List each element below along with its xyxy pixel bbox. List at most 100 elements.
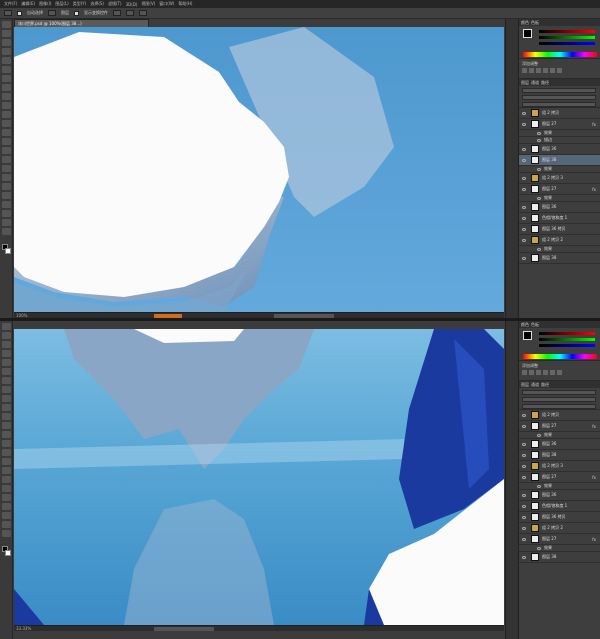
eye-icon[interactable] — [522, 442, 526, 446]
tool-icon[interactable] — [1, 219, 11, 226]
eye-icon[interactable] — [537, 546, 541, 550]
layer-row[interactable]: 图层 38 — [519, 552, 600, 563]
eye-icon[interactable] — [522, 216, 526, 220]
red-slider[interactable] — [539, 30, 595, 33]
move-tool-icon[interactable] — [4, 10, 12, 16]
menu-item[interactable]: 图层(L) — [55, 1, 68, 7]
layer-row[interactable]: 效果 — [519, 195, 600, 202]
eye-icon[interactable] — [522, 147, 526, 151]
tool-icon[interactable] — [1, 120, 11, 127]
tool-icon[interactable] — [1, 386, 11, 393]
tab-paths[interactable]: 路径 — [541, 80, 549, 86]
tool-icon[interactable] — [1, 129, 11, 136]
tab-paths[interactable]: 路径 — [541, 382, 549, 388]
tab-channels[interactable]: 通道 — [531, 382, 539, 388]
menu-item[interactable]: 图像(I) — [39, 1, 51, 7]
menu-item[interactable]: 视图(V) — [141, 1, 155, 7]
eye-icon[interactable] — [522, 176, 526, 180]
layer-row[interactable]: 色相/饱和度 1 — [519, 213, 600, 224]
layer-row[interactable]: 图层 36 拷贝 — [519, 224, 600, 235]
exposure-icon[interactable] — [543, 370, 548, 375]
vibrance-icon[interactable] — [550, 68, 555, 73]
tool-icon[interactable] — [1, 395, 11, 402]
layer-row[interactable]: 组 2 拷贝 3 — [519, 461, 600, 472]
foreground-color-swatch[interactable] — [523, 29, 532, 38]
eye-icon[interactable] — [522, 413, 526, 417]
eye-icon[interactable] — [522, 111, 526, 115]
tab-channels[interactable]: 通道 — [531, 80, 539, 86]
eye-icon[interactable] — [522, 424, 526, 428]
eye-icon[interactable] — [522, 493, 526, 497]
tool-icon[interactable] — [1, 39, 11, 46]
tool-icon[interactable] — [1, 210, 11, 217]
exposure-icon[interactable] — [543, 68, 548, 73]
layer-row[interactable]: 图层 27 fx — [519, 534, 600, 545]
tab-color[interactable]: 颜色 — [521, 322, 529, 328]
eye-icon[interactable] — [522, 205, 526, 209]
tool-icon[interactable] — [1, 521, 11, 528]
tool-icon[interactable] — [1, 102, 11, 109]
eye-icon[interactable] — [537, 138, 541, 142]
red-slider[interactable] — [539, 332, 595, 335]
color-spectrum[interactable] — [523, 52, 597, 57]
align-right-icon[interactable] — [139, 10, 147, 16]
menu-item[interactable]: 帮助(H) — [178, 1, 192, 7]
layer-row[interactable]: 图层 27 fx — [519, 472, 600, 483]
tool-icon[interactable] — [1, 183, 11, 190]
foreground-color-swatch[interactable] — [523, 331, 532, 340]
lock-row[interactable] — [522, 404, 596, 409]
layer-row[interactable]: 组 2 拷贝 2 — [519, 523, 600, 534]
blend-mode-dropdown[interactable] — [522, 95, 596, 100]
document-tab[interactable]: 冰川世界.psd @ 100%(图层 38...) — [14, 19, 149, 27]
tool-icon[interactable] — [1, 449, 11, 456]
eye-icon[interactable] — [537, 247, 541, 251]
tool-icon[interactable] — [1, 377, 11, 384]
layer-row[interactable]: 图层 38 — [519, 253, 600, 264]
tool-icon[interactable] — [1, 111, 11, 118]
tool-icon[interactable] — [1, 503, 11, 510]
eye-icon[interactable] — [537, 131, 541, 135]
layer-row[interactable]: 图层 27 fx — [519, 421, 600, 432]
tool-icon[interactable] — [1, 485, 11, 492]
layer-row[interactable]: 组 2 拷贝 2 — [519, 235, 600, 246]
tool-icon[interactable] — [1, 30, 11, 37]
align-center-icon[interactable] — [126, 10, 134, 16]
eye-icon[interactable] — [537, 433, 541, 437]
tab-layers[interactable]: 图层 — [521, 80, 529, 86]
brightness-icon[interactable] — [522, 370, 527, 375]
eye-icon[interactable] — [522, 526, 526, 530]
tool-icon[interactable] — [1, 165, 11, 172]
eye-icon[interactable] — [522, 227, 526, 231]
layer-row[interactable]: 组 2 拷贝 3 — [519, 173, 600, 184]
eye-icon[interactable] — [522, 537, 526, 541]
brightness-icon[interactable] — [522, 68, 527, 73]
blue-slider[interactable] — [539, 344, 595, 347]
layer-row[interactable]: 效果 — [519, 483, 600, 490]
menu-item[interactable]: 编辑(E) — [21, 1, 35, 7]
layer-filter-dropdown[interactable] — [522, 88, 596, 93]
layer-row[interactable]: 图层 36 — [519, 144, 600, 155]
tool-icon[interactable] — [1, 512, 11, 519]
auto-select-checkbox[interactable] — [17, 10, 22, 16]
layer-row[interactable]: 图层 27 fx — [519, 119, 600, 130]
tool-icon[interactable] — [1, 323, 11, 330]
tool-icon[interactable] — [1, 66, 11, 73]
vibrance-icon[interactable] — [550, 370, 555, 375]
tool-icon[interactable] — [1, 201, 11, 208]
layer-row[interactable]: 组 2 拷贝 — [519, 108, 600, 119]
green-slider[interactable] — [539, 338, 595, 341]
tab-layers[interactable]: 图层 — [521, 382, 529, 388]
eye-icon[interactable] — [522, 187, 526, 191]
tool-icon[interactable] — [1, 75, 11, 82]
tool-icon[interactable] — [1, 494, 11, 501]
eye-icon[interactable] — [537, 196, 541, 200]
layer-row[interactable]: 图层 36 — [519, 490, 600, 501]
tool-icon[interactable] — [1, 84, 11, 91]
tool-icon[interactable] — [1, 57, 11, 64]
layer-row[interactable]: 效果 — [519, 246, 600, 253]
layer-row[interactable]: 效果 — [519, 130, 600, 137]
tool-icon[interactable] — [1, 422, 11, 429]
eye-icon[interactable] — [537, 484, 541, 488]
menu-item[interactable]: 类型(Y) — [73, 1, 87, 7]
tool-icon[interactable] — [1, 156, 11, 163]
